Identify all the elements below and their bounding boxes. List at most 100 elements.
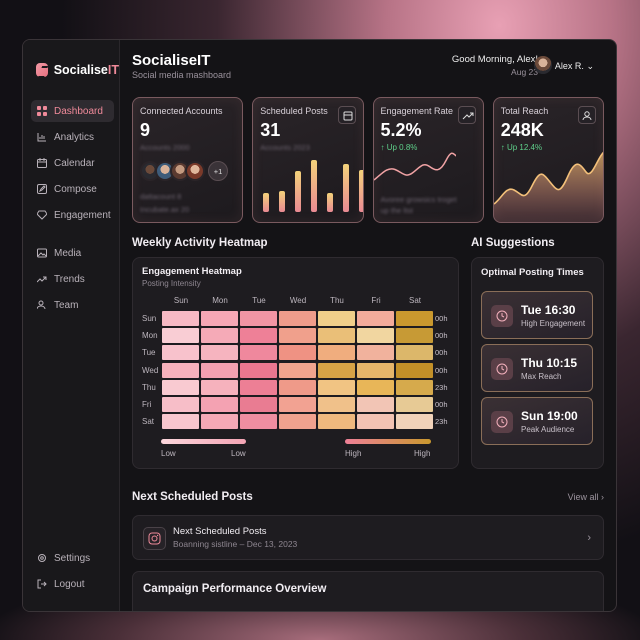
heatmap-cell[interactable]: [357, 397, 394, 412]
heatmap-cell[interactable]: [318, 311, 355, 326]
greeting: Good Morning, Alex!: [451, 54, 538, 65]
user-menu[interactable]: Alex R. ⌄: [555, 61, 594, 72]
heatmap-cell[interactable]: [201, 311, 238, 326]
heatmap-cell[interactable]: [357, 311, 394, 326]
heatmap-cell[interactable]: [279, 362, 316, 378]
section-title: Next Scheduled Posts: [132, 491, 253, 503]
posting-slot[interactable]: Thu 10:15 Max Reach: [481, 344, 593, 392]
heatmap-cell[interactable]: [201, 414, 238, 430]
heatmap-cell[interactable]: [357, 414, 394, 430]
sidebar-item-label: Compose: [54, 183, 97, 195]
heatmap-cell[interactable]: [240, 345, 277, 361]
posting-slot[interactable]: Sun 19:00 Peak Audience: [481, 397, 593, 445]
sidebar-item-calendar[interactable]: Calendar: [31, 152, 114, 174]
heatmap-cell[interactable]: [201, 328, 238, 344]
sidebar: SocialiseIT Dashboard Analytics Calendar…: [23, 40, 120, 611]
heatmap-cell[interactable]: [357, 345, 394, 361]
trend-up-icon[interactable]: [457, 106, 476, 124]
heatmap-cell[interactable]: [318, 345, 355, 361]
heatmap-cell[interactable]: [396, 362, 433, 378]
card-connected-accounts[interactable]: Connected Accounts 9 Accounts 2000 +1 da…: [132, 97, 244, 223]
sidebar-item-label: Analytics: [54, 131, 95, 143]
heatmap-cell[interactable]: [162, 362, 199, 378]
heatmap-cell[interactable]: [396, 311, 433, 326]
heatmap-card: Engagement Heatmap Posting Intensity Low…: [132, 257, 459, 469]
heatmap-cell[interactable]: [318, 397, 355, 412]
sidebar-item-analytics[interactable]: Analytics: [31, 126, 114, 148]
heatmap-day-label: Mon: [212, 296, 228, 305]
heatmap-cell[interactable]: [240, 379, 277, 395]
heatmap-cell[interactable]: [318, 328, 355, 344]
heatmap-cell[interactable]: [162, 328, 199, 344]
avatar[interactable]: [534, 56, 552, 74]
heatmap-cell[interactable]: [396, 414, 433, 430]
page-subtitle: Social media mashboard: [132, 70, 232, 80]
brand-logo[interactable]: SocialiseIT: [23, 40, 119, 86]
card-total-reach[interactable]: Total Reach 248K ↑ Up 12.4%: [492, 97, 604, 223]
chevron-down-icon: ⌄: [586, 61, 594, 71]
grid-icon: [37, 106, 47, 116]
heatmap-cell[interactable]: [162, 397, 199, 412]
heatmap-cell[interactable]: [357, 379, 394, 395]
heatmap-cell[interactable]: [240, 362, 277, 378]
heatmap-cell[interactable]: [318, 414, 355, 430]
heatmap-cell[interactable]: [240, 414, 277, 430]
section-title: Campaign Performance Overview: [143, 583, 327, 595]
heatmap-cell[interactable]: [201, 362, 238, 378]
scheduled-bar: [359, 170, 363, 212]
sidebar-item-team[interactable]: Team: [31, 294, 114, 316]
heatmap-cell[interactable]: [201, 345, 238, 361]
heatmap-cell[interactable]: [279, 414, 316, 430]
heatmap-cell[interactable]: [396, 328, 433, 344]
more-accounts-badge[interactable]: +1: [208, 161, 228, 181]
heatmap-day-label: Wed: [289, 296, 307, 305]
sidebar-item-settings[interactable]: Settings: [31, 547, 114, 569]
bar-chart-icon: [37, 133, 46, 142]
heatmap-cell[interactable]: [279, 379, 316, 395]
heatmap-cell[interactable]: [396, 345, 433, 361]
middle-row: Weekly Activity Heatmap Engagement Heatm…: [132, 237, 604, 469]
heatmap-cell[interactable]: [201, 379, 238, 395]
sidebar-item-engagement[interactable]: Engagement: [31, 204, 114, 226]
sidebar-item-compose[interactable]: Compose: [31, 178, 114, 200]
heatmap-section: Weekly Activity Heatmap Engagement Heatm…: [132, 237, 459, 469]
heatmap-cell[interactable]: [279, 311, 316, 326]
heatmap-cell[interactable]: [357, 328, 394, 344]
account-avatars: +1: [140, 161, 228, 181]
sidebar-item-logout[interactable]: Logout: [31, 573, 114, 595]
heatmap-cell[interactable]: [240, 328, 277, 344]
heatmap-cell[interactable]: [240, 397, 277, 412]
heatmap-cell[interactable]: [162, 311, 199, 326]
heatmap-time-label: 00h: [435, 365, 448, 375]
card-scheduled-posts[interactable]: Scheduled Posts 31 Accounts 2023: [252, 97, 364, 223]
logout-icon: [37, 579, 47, 589]
card-engagement-rate[interactable]: Engagement Rate 5.2% ↑ Up 0.8% Avoree gr…: [372, 97, 484, 223]
app-window: SocialiseIT Dashboard Analytics Calendar…: [22, 39, 617, 612]
heatmap-cell[interactable]: [162, 414, 199, 430]
heatmap-cell[interactable]: [396, 379, 433, 395]
ai-suggestions-card: Optimal Posting Times Tue 16:30 High Eng…: [471, 257, 604, 469]
sidebar-item-dashboard[interactable]: Dashboard: [31, 100, 114, 122]
heatmap-cell[interactable]: [279, 345, 316, 361]
heatmap-cell[interactable]: [201, 397, 238, 412]
heatmap-cell[interactable]: [357, 362, 394, 378]
heatmap-cell[interactable]: [318, 379, 355, 395]
clock-icon: [491, 358, 513, 380]
heatmap-cell[interactable]: [240, 311, 277, 326]
heatmap-cell[interactable]: [279, 397, 316, 412]
next-post-item[interactable]: Next Scheduled Posts Boanning sistline –…: [132, 515, 604, 560]
chevron-right-icon[interactable]: ›: [587, 532, 591, 544]
users-icon[interactable]: [578, 106, 596, 124]
calendar-icon[interactable]: [337, 106, 356, 124]
posting-slot[interactable]: Tue 16:30 High Engagement: [481, 291, 593, 339]
view-all-link[interactable]: View all ›: [568, 492, 604, 502]
sidebar-item-media[interactable]: Media: [31, 242, 114, 264]
heatmap-cell[interactable]: [162, 345, 199, 361]
heatmap-cell[interactable]: [396, 397, 433, 412]
heatmap-cell[interactable]: [279, 328, 316, 344]
diamond-icon: [37, 210, 47, 220]
heatmap-cell[interactable]: [318, 362, 355, 378]
calendar-icon: [37, 158, 47, 168]
heatmap-cell[interactable]: [162, 379, 199, 395]
sidebar-item-trends[interactable]: Trends: [31, 268, 114, 290]
